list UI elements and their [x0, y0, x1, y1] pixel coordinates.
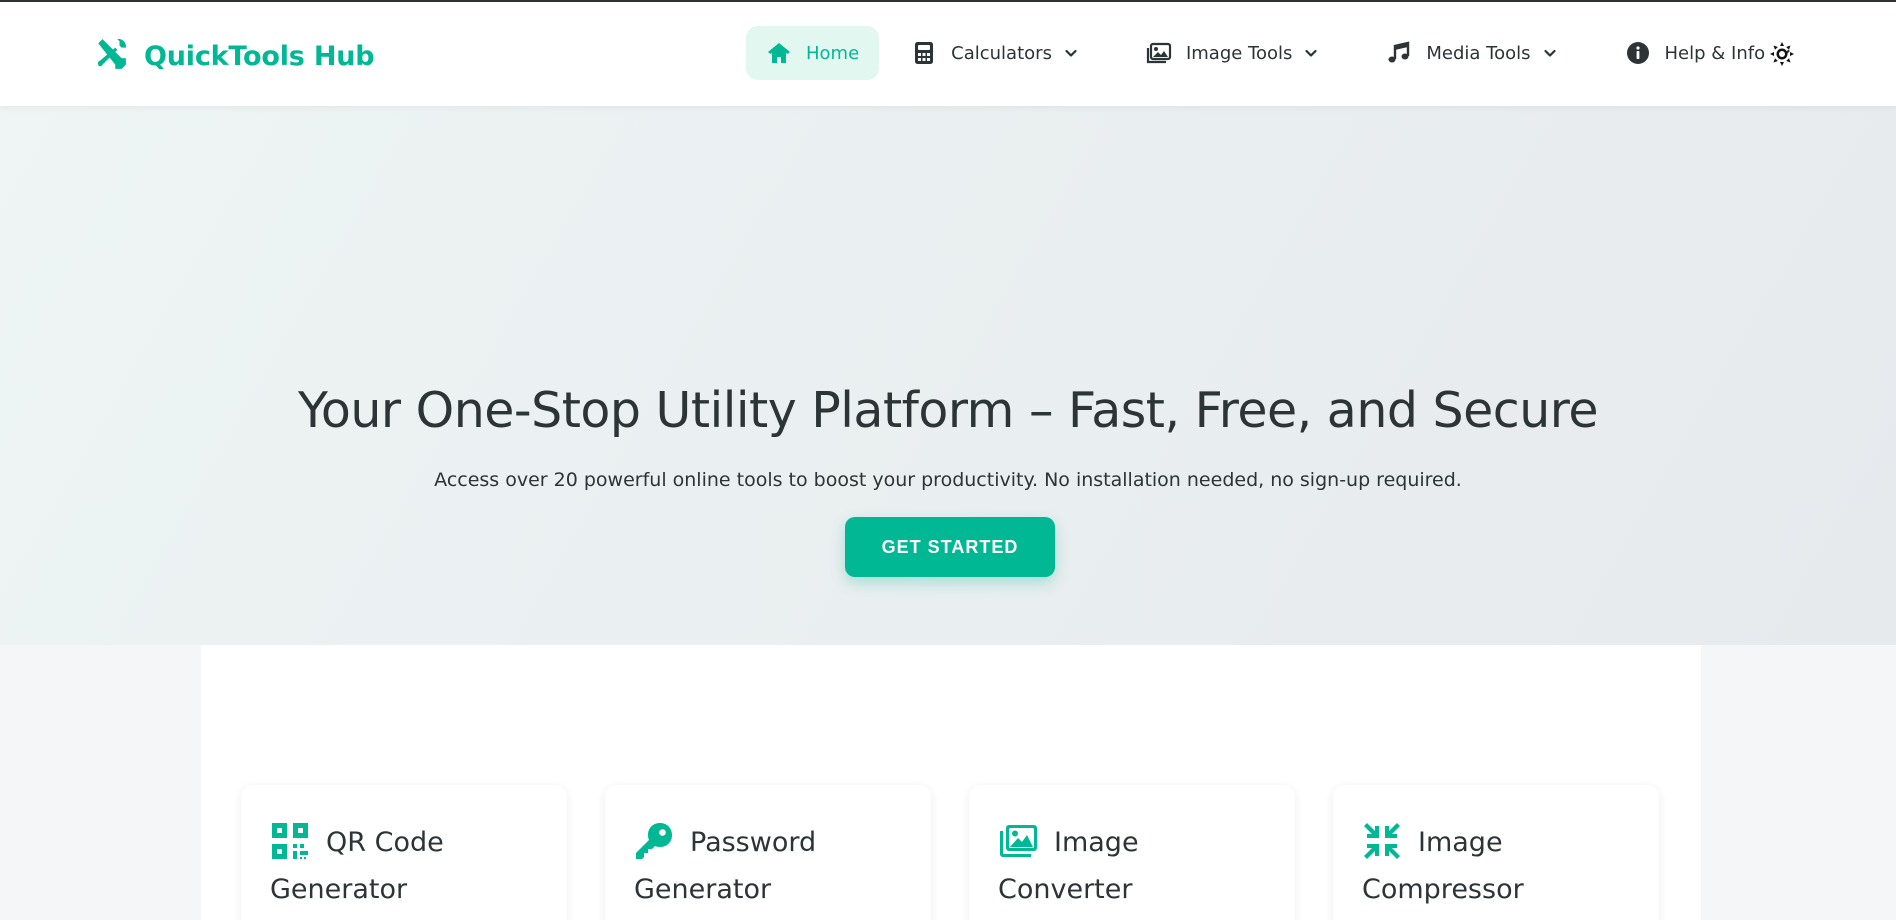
hero-subtitle: Access over 20 powerful online tools to … — [434, 469, 1462, 491]
tool-card-image-compressor[interactable]: Image Compressor — [1333, 785, 1659, 920]
hero-title: Your One-Stop Utility Platform – Fast, F… — [297, 382, 1599, 439]
info-icon — [1625, 40, 1651, 66]
images-icon — [1146, 40, 1172, 66]
sun-icon — [1769, 41, 1795, 71]
tools-icon — [94, 37, 128, 75]
tool-card-title: Password Generator — [634, 827, 817, 905]
theme-toggle-button[interactable] — [1768, 42, 1796, 70]
nav-label-home: Home — [806, 42, 860, 64]
main-nav: Home Calculators Image Tools Media Tools… — [746, 26, 1811, 80]
brand-name: QuickTools Hub — [144, 40, 375, 72]
tool-card-title: Image Compressor — [1362, 827, 1524, 905]
tool-card-image-converter[interactable]: Image Converter — [969, 785, 1295, 920]
hero-section: Your One-Stop Utility Platform – Fast, F… — [0, 106, 1896, 645]
get-started-button[interactable]: GET STARTED — [845, 517, 1055, 577]
tools-section: QR Code Generator Password Generator Ima… — [201, 645, 1701, 920]
nav-item-calculators[interactable]: Calculators — [891, 26, 1098, 80]
nav-item-image-tools[interactable]: Image Tools — [1126, 26, 1338, 80]
brand-logo[interactable]: QuickTools Hub — [94, 37, 375, 75]
nav-label-image-tools: Image Tools — [1185, 42, 1293, 64]
nav-item-media-tools[interactable]: Media Tools — [1366, 26, 1576, 80]
tool-card-title: Image Converter — [998, 827, 1139, 905]
calculator-icon — [911, 40, 937, 66]
nav-label-help-info: Help & Info — [1664, 42, 1766, 64]
tool-card-password-generator[interactable]: Password Generator — [605, 785, 931, 920]
nav-label-media-tools: Media Tools — [1426, 42, 1531, 64]
navbar: QuickTools Hub Home Calculators Image To… — [0, 2, 1896, 106]
chevron-down-icon — [1304, 46, 1318, 60]
tool-card-title: QR Code Generator — [270, 827, 444, 905]
nav-label-calculators: Calculators — [951, 42, 1052, 64]
home-icon — [766, 40, 792, 66]
chevron-down-icon — [1543, 46, 1557, 60]
nav-item-home[interactable]: Home — [746, 26, 880, 80]
tool-card-qr-code-generator[interactable]: QR Code Generator — [241, 785, 567, 920]
chevron-down-icon — [1064, 46, 1078, 60]
music-icon — [1386, 40, 1412, 66]
